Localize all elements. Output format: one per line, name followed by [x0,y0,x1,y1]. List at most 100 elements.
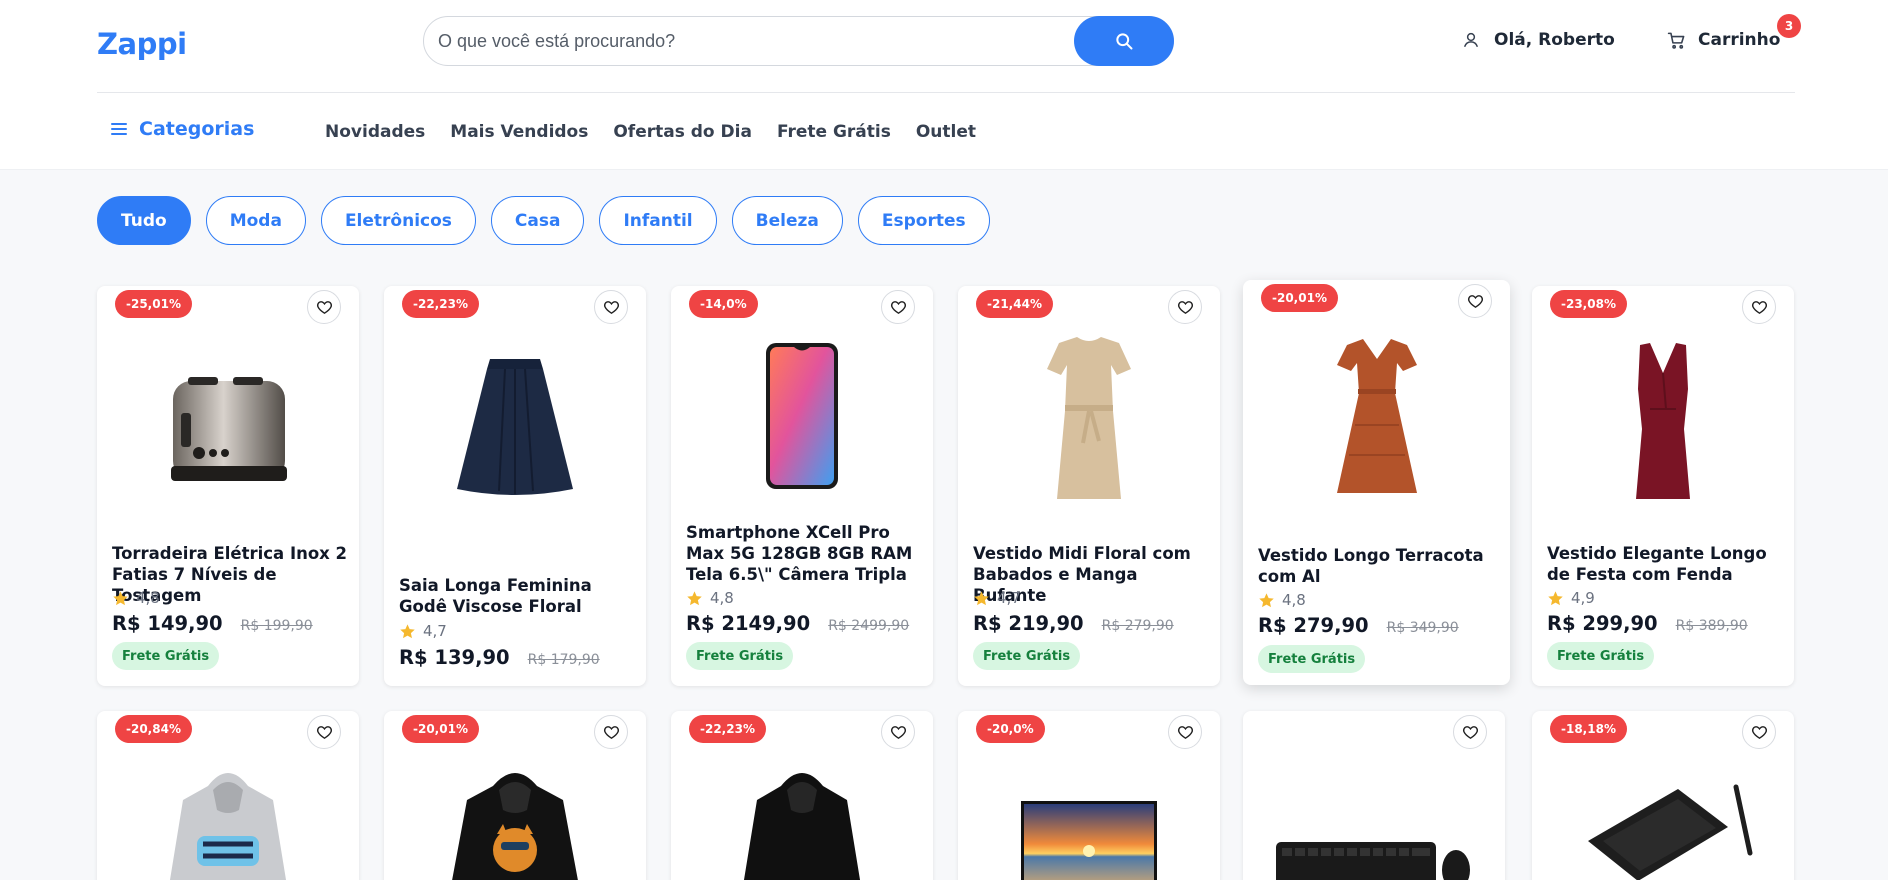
product-image-terracotta-dress[interactable] [1243,325,1510,505]
categories-label: Categorias [139,118,255,140]
chip-tudo[interactable]: Tudo [97,196,191,245]
search-button[interactable] [1074,16,1174,66]
free-shipping-badge: Frete Grátis [1258,645,1366,673]
discount-badge: -22,23% [402,290,479,318]
product-card[interactable]: -18,18% [1532,711,1794,880]
product-card[interactable]: -21,44% Vestido Midi Floral com Babados … [958,286,1220,686]
product-image-smartphone[interactable] [671,326,933,506]
categories-menu[interactable]: Categorias [111,118,254,140]
favorite-button[interactable] [307,715,341,749]
product-card[interactable]: -22,23% [671,711,933,880]
nav-frete-gratis[interactable]: Frete Grátis [777,122,891,142]
logo[interactable]: Zappi [97,27,187,61]
product-image-television[interactable] [958,799,1220,880]
product-rating: 4,8 [686,589,734,607]
favorite-button[interactable] [1742,290,1776,324]
favorite-button[interactable] [1742,715,1776,749]
nav-novidades[interactable]: Novidades [325,122,425,142]
product-image-beige-dress[interactable] [958,326,1220,506]
product-image-keyboard-mouse[interactable] [1243,836,1505,880]
rating-value: 4,8 [136,589,160,607]
product-rating: 4,7 [399,622,447,640]
product-card[interactable]: -25,01% Torradeira Elétrica Inox 2 Fatia… [97,286,359,686]
old-price: R$ 179,90 [527,652,600,668]
product-card[interactable]: -20,01% Vestido Longo Terracota com Al 4… [1243,280,1510,685]
product-card[interactable]: -14,0% Smartphone XCell Pro Max 5G 128GB… [671,286,933,686]
product-image-drawing-tablet[interactable] [1532,781,1794,880]
favorite-button[interactable] [881,290,915,324]
product-card[interactable]: -20,01% [384,711,646,880]
price-row: R$ 2149,90 R$ 2499,90 [686,612,909,635]
product-rating: 4,8 [112,589,160,607]
product-image-burgundy-dress[interactable] [1532,331,1794,511]
category-filter: Tudo Moda Eletrônicos Casa Infantil Bele… [97,196,990,245]
cart-count-badge: 3 [1777,14,1801,38]
chip-casa[interactable]: Casa [490,196,585,245]
nav-mais-vendidos[interactable]: Mais Vendidos [450,122,588,142]
discount-badge: -20,01% [1261,284,1338,312]
price: R$ 299,90 [1547,612,1658,635]
heart-icon [1467,294,1483,308]
product-title[interactable]: Smartphone XCell Pro Max 5G 128GB 8GB RA… [686,522,923,585]
product-card[interactable]: -22,23% Saia Longa Feminina Godê Viscose… [384,286,646,686]
favorite-button[interactable] [594,715,628,749]
heart-icon [1751,300,1767,314]
discount-badge: -25,01% [115,290,192,318]
product-image-skirt[interactable] [384,336,646,516]
nav-ofertas-do-dia[interactable]: Ofertas do Dia [613,122,752,142]
cart-button[interactable]: Carrinho [1667,30,1780,50]
user-account[interactable]: Olá, Roberto [1462,30,1615,50]
favorite-button[interactable] [1458,284,1492,318]
favorite-button[interactable] [1168,715,1202,749]
nav-outlet[interactable]: Outlet [916,122,976,142]
discount-badge: -20,01% [402,715,479,743]
product-title[interactable]: Vestido Elegante Longo de Festa com Fend… [1547,543,1784,585]
favorite-button[interactable] [881,715,915,749]
chip-esportes[interactable]: Esportes [857,196,990,245]
product-card[interactable]: -20,0% [958,711,1220,880]
product-card[interactable]: -23,08% Vestido Elegante Longo de Festa … [1532,286,1794,686]
price: R$ 279,90 [1258,614,1369,637]
price-row: R$ 139,90 R$ 179,90 [399,646,600,669]
free-shipping-badge: Frete Grátis [1547,642,1655,670]
search-bar [423,16,1174,66]
product-image-black-hoodie[interactable] [671,766,933,880]
product-title[interactable]: Saia Longa Feminina Godê Viscose Floral [399,575,636,617]
user-greeting: Olá, Roberto [1494,30,1615,50]
chip-moda[interactable]: Moda [205,196,306,245]
product-image-grey-hoodie[interactable] [97,766,359,880]
price: R$ 139,90 [399,646,510,669]
price-row: R$ 279,90 R$ 349,90 [1258,614,1459,637]
old-price: R$ 199,90 [240,618,313,634]
user-icon [1463,32,1479,48]
heart-icon [1177,300,1193,314]
chip-infantil[interactable]: Infantil [599,196,717,245]
search-input[interactable] [438,17,1078,65]
product-card[interactable]: -20,84% [97,711,359,880]
favorite-button[interactable] [1453,715,1487,749]
product-card[interactable] [1243,711,1505,880]
chip-beleza[interactable]: Beleza [731,196,843,245]
heart-icon [1177,725,1193,739]
product-image-black-hoodie-cat[interactable] [384,766,646,880]
product-title[interactable]: Vestido Longo Terracota com Al [1258,545,1495,587]
heart-icon [1462,725,1478,739]
rating-value: 4,7 [423,622,447,640]
chip-eletronicos[interactable]: Eletrônicos [320,196,476,245]
heart-icon [316,300,332,314]
favorite-button[interactable] [307,290,341,324]
price-row: R$ 219,90 R$ 279,90 [973,612,1174,635]
menu-icon [111,123,127,135]
rating-value: 4,7 [997,589,1021,607]
star-icon [974,590,989,605]
product-image-toaster[interactable] [97,336,359,516]
favorite-button[interactable] [1168,290,1202,324]
price: R$ 149,90 [112,612,223,635]
header: Zappi Olá, Roberto Carrinho 3 Categorias… [0,0,1888,170]
favorite-button[interactable] [594,290,628,324]
header-divider [97,92,1795,93]
product-rating: 4,7 [973,589,1021,607]
price: R$ 2149,90 [686,612,811,635]
heart-icon [316,725,332,739]
heart-icon [890,725,906,739]
